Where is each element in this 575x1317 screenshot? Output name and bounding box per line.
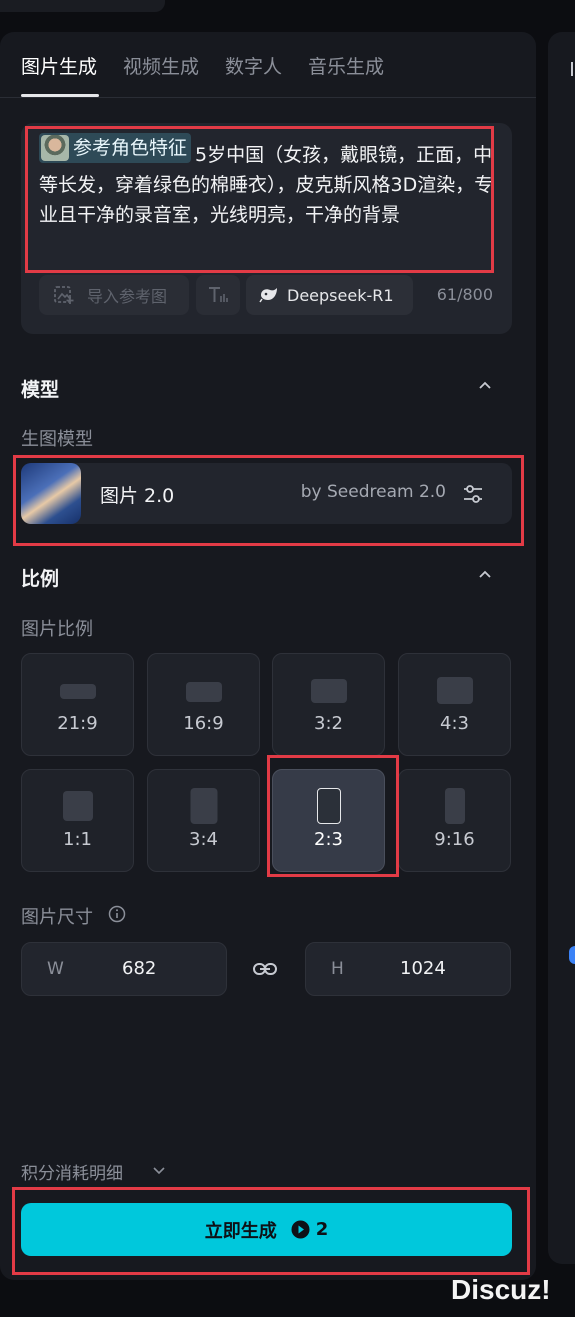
ratio-label: 3:4 bbox=[189, 829, 218, 850]
tab-digital-human[interactable]: 数字人 bbox=[225, 52, 282, 79]
right-panel-edge bbox=[548, 32, 575, 1264]
import-reference-label: 导入参考图 bbox=[87, 287, 168, 306]
model-collapse-chevron-icon[interactable] bbox=[478, 378, 492, 392]
image-add-icon bbox=[54, 286, 74, 304]
ratio-label: 4:3 bbox=[440, 713, 469, 734]
character-counter: 61/800 bbox=[436, 285, 493, 304]
prompt-model-label: Deepseek-R1 bbox=[287, 285, 394, 305]
ratio-section-title: 比例 bbox=[21, 568, 60, 590]
model-selector[interactable]: 图片 2.0 by Seedream 2.0 bbox=[21, 463, 512, 524]
ratio-label: 21:9 bbox=[57, 713, 98, 734]
ratio-option-3-4[interactable]: 3:4 bbox=[147, 769, 260, 872]
cost-detail-link[interactable]: 积分消耗明细 bbox=[21, 1159, 123, 1184]
text-format-button[interactable] bbox=[196, 275, 240, 315]
ratio-shape-1-1 bbox=[62, 791, 93, 821]
width-field[interactable]: W 682 bbox=[21, 942, 227, 996]
ratio-option-3-2[interactable]: 3:2 bbox=[272, 653, 385, 756]
ratio-sub-label: 图片比例 bbox=[21, 619, 93, 640]
ratio-option-2-3[interactable]: 2:3 bbox=[272, 769, 385, 872]
generate-cost: 2 bbox=[315, 1219, 329, 1240]
reference-chip[interactable]: 参考角色特征 bbox=[39, 133, 192, 163]
ratio-label: 3:2 bbox=[314, 713, 343, 734]
ratio-option-1-1[interactable]: 1:1 bbox=[21, 769, 134, 872]
top-edge-panel bbox=[0, 0, 165, 12]
prompt-card: 参考角色特征 5岁中国（女孩，戴眼镜，正面，中等长发，穿着绿色的棉睡衣），皮克斯风… bbox=[21, 123, 512, 334]
ratio-label: 2:3 bbox=[314, 829, 343, 850]
tab-bar: 图片生成 视频生成 数字人 音乐生成 bbox=[0, 32, 536, 98]
ratio-label: 9:16 bbox=[434, 829, 475, 850]
ratio-shape-4-3 bbox=[436, 677, 473, 704]
ratio-shape-9-16 bbox=[444, 788, 465, 824]
chevron-down-icon[interactable] bbox=[152, 1165, 166, 1177]
right-panel-mark bbox=[571, 62, 573, 76]
settings-sliders-icon[interactable] bbox=[462, 483, 484, 505]
model-name: 图片 2.0 bbox=[100, 485, 175, 507]
ratio-shape-21-9 bbox=[59, 684, 96, 699]
model-sub-label: 生图模型 bbox=[21, 429, 93, 450]
height-field[interactable]: H 1024 bbox=[305, 942, 511, 996]
height-prefix: H bbox=[331, 959, 344, 979]
watermark: Discuz! bbox=[451, 1274, 551, 1305]
tab-music-generation[interactable]: 音乐生成 bbox=[308, 52, 384, 79]
app-stage: 图片生成 视频生成 数字人 音乐生成 参考角色特征 5岁中国（女孩，戴眼镜，正面，… bbox=[0, 0, 575, 1317]
ratio-shape-16-9 bbox=[185, 682, 222, 702]
prompt-input[interactable]: 参考角色特征 5岁中国（女孩，戴眼镜，正面，中等长发，穿着绿色的棉睡衣），皮克斯风… bbox=[39, 133, 495, 230]
ratio-option-16-9[interactable]: 16:9 bbox=[147, 653, 260, 756]
link-aspect-icon[interactable] bbox=[252, 958, 278, 980]
reference-thumbnail bbox=[41, 135, 69, 161]
generate-label: 立即生成 bbox=[204, 1220, 277, 1242]
deepseek-whale-icon bbox=[259, 288, 277, 303]
model-thumbnail bbox=[21, 463, 81, 524]
width-value: 682 bbox=[122, 958, 157, 979]
ratio-shape-2-3 bbox=[316, 788, 341, 824]
ratio-option-9-16[interactable]: 9:16 bbox=[398, 769, 511, 872]
info-icon[interactable] bbox=[108, 905, 126, 923]
model-provider: by Seedream 2.0 bbox=[300, 482, 446, 502]
active-tab-indicator bbox=[21, 94, 99, 97]
ratio-shape-3-4 bbox=[190, 788, 217, 824]
tab-video-generation[interactable]: 视频生成 bbox=[123, 52, 199, 79]
prompt-model-button[interactable]: Deepseek-R1 bbox=[246, 275, 413, 315]
size-sub-label: 图片尺寸 bbox=[21, 907, 93, 928]
right-panel-indicator bbox=[569, 946, 575, 964]
generate-button-content: 立即生成 2 bbox=[21, 1203, 512, 1256]
generation-panel: 图片生成 视频生成 数字人 音乐生成 参考角色特征 5岁中国（女孩，戴眼镜，正面，… bbox=[0, 32, 536, 1280]
ratio-collapse-chevron-icon[interactable] bbox=[478, 567, 492, 581]
reference-chip-label: 参考角色特征 bbox=[73, 137, 188, 159]
ratio-label: 16:9 bbox=[183, 713, 224, 734]
tab-image-generation[interactable]: 图片生成 bbox=[21, 52, 97, 79]
ratio-label: 1:1 bbox=[63, 829, 92, 850]
text-format-icon bbox=[209, 287, 228, 302]
ratio-option-21-9[interactable]: 21:9 bbox=[21, 653, 134, 756]
model-section-title: 模型 bbox=[21, 379, 60, 401]
generate-button[interactable]: 立即生成 2 bbox=[21, 1203, 512, 1256]
ratio-option-4-3[interactable]: 4:3 bbox=[398, 653, 511, 756]
height-value: 1024 bbox=[400, 958, 446, 979]
credit-icon bbox=[291, 1220, 310, 1239]
import-reference-button[interactable]: 导入参考图 bbox=[39, 275, 189, 315]
ratio-shape-3-2 bbox=[310, 679, 347, 703]
width-prefix: W bbox=[47, 959, 64, 979]
